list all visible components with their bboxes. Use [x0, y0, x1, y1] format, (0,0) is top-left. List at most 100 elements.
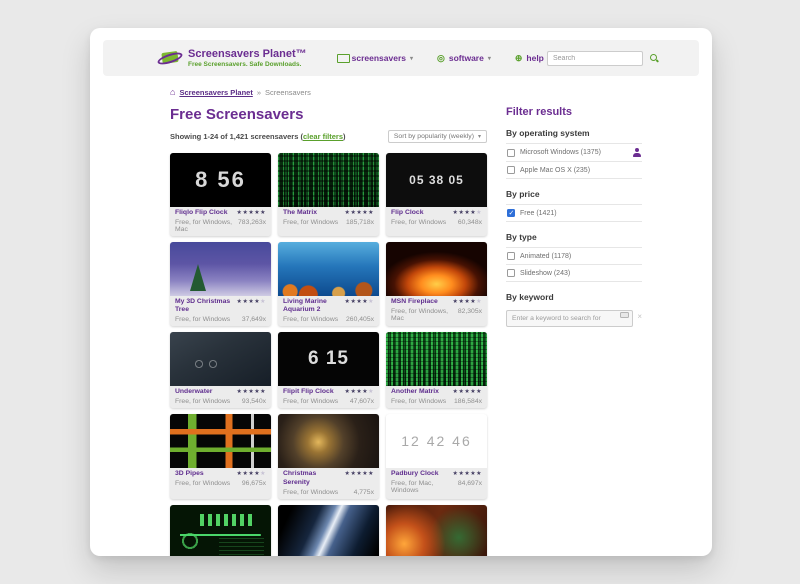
filter-checkbox[interactable] [507, 209, 515, 217]
screensaver-card[interactable]: Retro Sci-Fi★★★★★Free, for Windows93,967… [170, 505, 271, 556]
nav-item-help[interactable]: ⊕ help [515, 53, 544, 63]
breadcrumb-home-link[interactable]: Screensavers Planet [179, 88, 252, 97]
nav-label: help [526, 53, 543, 63]
filter-section-heading: By price [506, 189, 642, 199]
filter-checkbox[interactable] [507, 252, 515, 260]
brand-tagline: Free Screensavers. Safe Downloads. [188, 61, 307, 68]
download-count: 93,540x [242, 398, 266, 405]
screensaver-card[interactable]: The Matrix★★★★★Free, for Windows185,718x [278, 153, 379, 236]
screensaver-title[interactable]: Underwater [175, 388, 212, 396]
screensaver-title[interactable]: Christmas Serenity [283, 470, 342, 487]
filter-option-label: Apple Mac OS X (235) [520, 167, 641, 174]
filter-option-label: Free (1421) [520, 210, 641, 217]
screensaver-title[interactable]: The Matrix [283, 209, 317, 217]
matrix-thumbnail[interactable] [278, 153, 379, 207]
screensaver-card[interactable]: Another Matrix★★★★★Free, for Windows186,… [386, 332, 487, 408]
screensaver-card[interactable]: My 3D Christmas Tree★★★★★ Free, for Windo… [170, 242, 271, 326]
rating-stars: ★★★★★ [237, 298, 266, 305]
filter-option[interactable]: Free (1421) [506, 204, 642, 221]
screensaver-card[interactable]: MSN Fireplace★★★★★Free, for Windows, Mac… [386, 242, 487, 326]
filter-checkbox[interactable] [507, 269, 515, 277]
fireplace-thumbnail[interactable] [386, 242, 487, 296]
chevron-down-icon: ▾ [488, 55, 491, 62]
filter-option-label: Slideshow (243) [520, 270, 641, 277]
home-icon[interactable]: ⌂ [170, 88, 175, 97]
clear-filters-link[interactable]: clear filters [303, 132, 343, 141]
page-title: Free Screensavers [170, 106, 487, 123]
screensaver-card[interactable]: 3D Pipes★★★★★Free, for Windows96,675x [170, 414, 271, 498]
chevron-down-icon: ▾ [410, 55, 413, 62]
download-count: 82,305x [458, 308, 482, 322]
screensaver-meta: Free, for Windows [175, 316, 230, 323]
screensaver-card[interactable]: 8 56 Fliqlo Flip Clock ★★★★★ Free, for Wind… [170, 153, 271, 236]
padbury-thumbnail[interactable]: 12 42 46 [386, 414, 487, 468]
filter-option-label: Microsoft Windows (1375) [520, 149, 627, 156]
search-input[interactable] [547, 51, 643, 66]
breadcrumb-separator: » [257, 88, 261, 97]
retroscifi-thumbnail[interactable] [170, 505, 271, 556]
filter-checkbox[interactable] [507, 149, 515, 157]
filter-sections: By operating systemMicrosoft Windows (13… [506, 128, 642, 282]
rating-stars: ★★★★★ [345, 209, 374, 216]
sort-dropdown[interactable]: Sort by popularity (weekly) ▾ [388, 130, 487, 143]
screensaver-meta: Free, for Windows, Mac [391, 308, 458, 322]
search-icon[interactable] [649, 53, 659, 63]
screensaver-title[interactable]: My 3D Christmas Tree [175, 298, 234, 315]
screensaver-card[interactable]: 05 38 05Flip Clock★★★★★Free, for Windows… [386, 153, 487, 236]
screensaver-card[interactable]: Underwater★★★★★Free, for Windows93,540x [170, 332, 271, 408]
screensaver-card[interactable]: Living Marine Aquarium 2★★★★★Free, for W… [278, 242, 379, 326]
filter-option[interactable]: Apple Mac OS X (235) [506, 161, 642, 178]
screensaver-meta: Free, for Windows [391, 398, 446, 405]
rating-stars: ★★★★★ [237, 209, 266, 216]
keyword-input[interactable] [506, 310, 633, 327]
nav-item-screensavers[interactable]: screensavers ▾ [337, 53, 413, 63]
filter-option[interactable]: Slideshow (243) [506, 264, 642, 281]
rating-stars: ★★★★★ [345, 298, 374, 305]
screensaver-card[interactable]: Christmas Serenity★★★★★Free, for Windows… [278, 414, 379, 498]
matrix2-thumbnail[interactable] [386, 332, 487, 386]
rating-stars: ★★★★★ [345, 388, 374, 395]
screensaver-card[interactable]: Hyperspace★★★★★Free, for Windows, Mac39,… [278, 505, 379, 556]
screensaver-meta: Free, for Windows [283, 489, 338, 496]
screensaver-title[interactable]: Padbury Clock [391, 470, 439, 478]
screensaver-title[interactable]: Flipit Flip Clock [283, 388, 334, 396]
screensaver-card[interactable]: 12 42 46Padbury Clock★★★★★Free, for Mac,… [386, 414, 487, 498]
screensaver-title[interactable]: Living Marine Aquarium 2 [283, 298, 342, 315]
aquarium-thumbnail[interactable] [278, 242, 379, 296]
download-count: 185,718x [346, 219, 374, 226]
screensaver-title[interactable]: MSN Fireplace [391, 298, 438, 306]
underwater-thumbnail[interactable] [170, 332, 271, 386]
rating-stars: ★★★★★ [237, 470, 266, 477]
screensaver-title[interactable]: Another Matrix [391, 388, 439, 396]
download-count: 37,649x [242, 316, 266, 323]
hyperspace-thumbnail[interactable] [278, 505, 379, 556]
disc-icon: ◎ [437, 54, 445, 63]
clear-keyword-icon[interactable]: × [637, 313, 642, 321]
flipit-thumbnail[interactable]: 6 15 [278, 332, 379, 386]
screensaver-card[interactable]: 6 15 Flipit Flip Clock ★★★★★ Free, for Wind… [278, 332, 379, 408]
download-count: 47,607x [350, 398, 374, 405]
serenity-thumbnail[interactable] [278, 414, 379, 468]
download-count: 4,775x [354, 489, 374, 496]
screensaver-title[interactable]: 3D Pipes [175, 470, 204, 478]
nightxmas-thumbnail[interactable] [386, 505, 487, 556]
screensaver-card[interactable]: Night Before Christmas 3D★★★★★Free, for … [386, 505, 487, 556]
flipclock-thumbnail[interactable]: 05 38 05 [386, 153, 487, 207]
fliqlo-thumbnail[interactable]: 8 56 [170, 153, 271, 207]
sort-dropdown-label: Sort by popularity (weekly) [394, 133, 474, 140]
xmastree-thumbnail[interactable] [170, 242, 271, 296]
brand-logo[interactable]: Screensavers Planet™ Free Screensavers. … [159, 48, 307, 67]
filter-option[interactable]: Animated (1178) [506, 247, 642, 264]
screensaver-meta: Free, for Windows [283, 398, 338, 405]
pipes-thumbnail[interactable] [170, 414, 271, 468]
download-count: 84,697x [458, 480, 482, 494]
nav-item-software[interactable]: ◎ software ▾ [437, 53, 491, 63]
filter-title: Filter results [506, 106, 642, 118]
breadcrumb-current: Screensavers [265, 88, 311, 97]
filter-checkbox[interactable] [507, 166, 515, 174]
screensaver-meta: Free, for Windows [391, 219, 446, 226]
screensaver-title[interactable]: Fliqlo Flip Clock [175, 209, 228, 217]
screensaver-title[interactable]: Flip Clock [391, 209, 423, 217]
screensaver-meta: Free, for Windows, Mac [175, 219, 238, 233]
filter-option[interactable]: Microsoft Windows (1375) [506, 143, 642, 161]
